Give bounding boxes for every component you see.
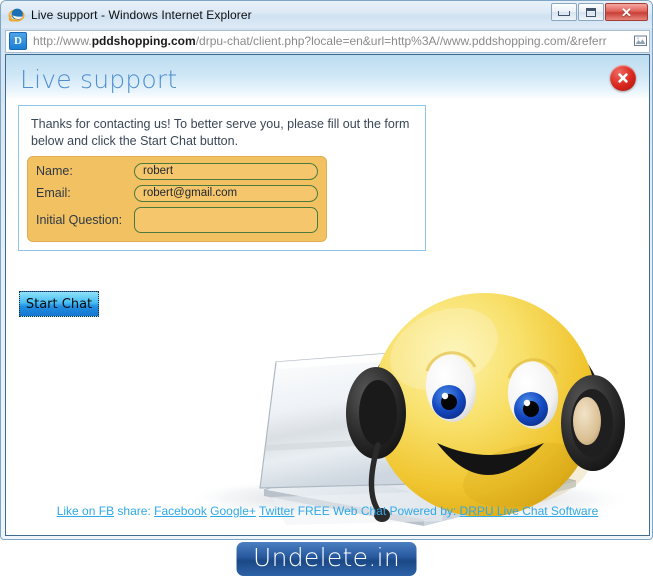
chat-header: Live support (6, 55, 649, 100)
initial-question-field[interactable] (134, 206, 318, 233)
like-on-fb-link[interactable]: Like on FB (57, 504, 114, 518)
undelete-watermark-banner: Undelete.in (236, 542, 417, 576)
page-content: Live support Thanks for contacting us! T… (5, 54, 650, 536)
name-field[interactable] (134, 162, 318, 180)
site-favicon-icon: D (9, 32, 27, 50)
internet-explorer-icon (8, 6, 25, 23)
share-label: share: (117, 504, 151, 518)
window-controls: ✕ (550, 3, 648, 21)
close-x-icon (618, 73, 628, 83)
facebook-link[interactable]: Facebook (154, 504, 207, 518)
twitter-link[interactable]: Twitter (259, 504, 294, 518)
minimize-button[interactable] (551, 3, 577, 21)
maximize-icon (586, 7, 596, 17)
start-chat-button[interactable]: Start Chat (19, 291, 99, 317)
footer-links: Like on FB share: Facebook Google+ Twitt… (6, 504, 649, 518)
support-illustration (156, 245, 636, 535)
drpu-live-chat-software-link[interactable]: DRPU Live Chat Software (460, 504, 599, 518)
maximize-button[interactable] (578, 3, 604, 21)
free-chat-label: FREE Web Chat Powered by: (297, 504, 457, 518)
initial-question-label: Initial Question: (36, 212, 123, 227)
intro-text: Thanks for contacting us! To better serv… (31, 117, 410, 148)
email-field[interactable] (134, 184, 318, 202)
close-chat-button[interactable] (610, 65, 636, 91)
close-window-button[interactable]: ✕ (605, 3, 648, 21)
url-domain: pddshopping.com (91, 34, 196, 48)
page-title: Live support (20, 65, 178, 94)
minimize-icon (558, 11, 570, 16)
close-icon: ✕ (621, 4, 632, 20)
chat-form-panel: Thanks for contacting us! To better serv… (18, 105, 426, 251)
window-title: Live support - Windows Internet Explorer (31, 7, 252, 22)
address-url-text[interactable]: http://www.pddshopping.com/drpu-chat/cli… (33, 34, 631, 48)
name-label: Name: (36, 164, 73, 179)
browser-window: Live support - Windows Internet Explorer… (0, 0, 653, 540)
compatibility-view-icon[interactable] (631, 31, 649, 51)
address-bar-row: D http://www.pddshopping.com/drpu-chat/c… (5, 29, 650, 53)
email-row: Email: (36, 184, 318, 202)
url-path: /drpu-chat/client.php?locale=en&url=http… (195, 34, 607, 48)
googleplus-link[interactable]: Google+ (210, 504, 256, 518)
url-protocol: http://www. (33, 34, 92, 48)
name-row: Name: (36, 162, 318, 180)
email-label: Email: (36, 186, 71, 201)
initial-question-row: Initial Question: (36, 206, 318, 233)
field-group: Name: Email: Initial Question: (27, 155, 327, 242)
address-bar[interactable]: D http://www.pddshopping.com/drpu-chat/c… (5, 29, 650, 53)
title-bar: Live support - Windows Internet Explorer… (1, 1, 652, 28)
